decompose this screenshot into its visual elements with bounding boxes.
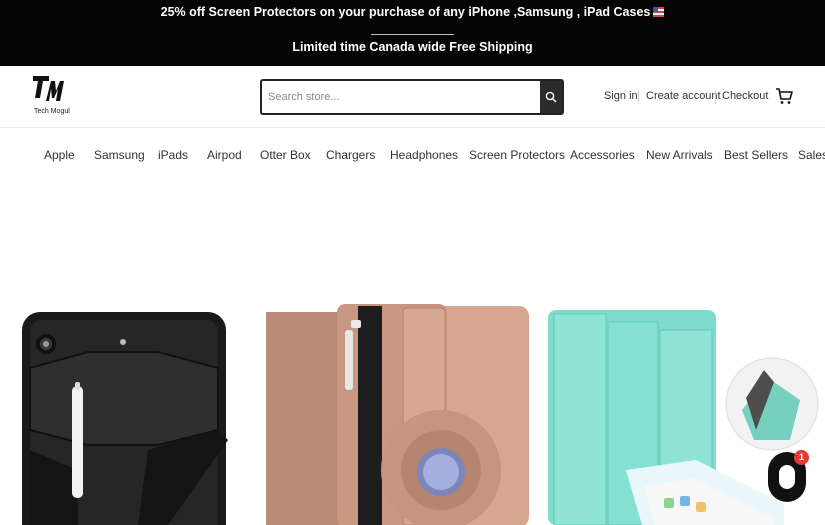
sign-in-link[interactable]: Sign in bbox=[604, 90, 638, 102]
rose-gold-rotating-ipad-case-image[interactable] bbox=[263, 290, 529, 525]
flag-icon bbox=[653, 7, 665, 17]
nav-item-apple[interactable]: Apple bbox=[44, 148, 75, 162]
black-rugged-ipad-case-image[interactable] bbox=[18, 290, 230, 525]
header-separator bbox=[638, 90, 639, 104]
product-images bbox=[0, 290, 825, 525]
brand-logo-text: Tech Mogul bbox=[34, 108, 70, 115]
announcement-line-1[interactable]: 25% off Screen Protectors on your purcha… bbox=[0, 5, 825, 19]
nav-item-accessories[interactable]: Accessories bbox=[570, 148, 635, 162]
nav-item-ipads[interactable]: iPads bbox=[158, 148, 188, 162]
search-input[interactable] bbox=[268, 81, 538, 113]
announcement-bar: 25% off Screen Protectors on your purcha… bbox=[0, 0, 825, 66]
nav-item-chargers[interactable]: Chargers bbox=[326, 148, 375, 162]
nav-item-samsung[interactable]: Samsung bbox=[94, 148, 145, 162]
nav-item-new-arrivals[interactable]: New Arrivals bbox=[646, 148, 713, 162]
checkout-link[interactable]: Checkout bbox=[722, 90, 768, 102]
page: 25% off Screen Protectors on your purcha… bbox=[0, 0, 825, 525]
search-icon bbox=[545, 91, 557, 103]
nav-item-otter-box[interactable]: Otter Box bbox=[260, 148, 311, 162]
brand-logo[interactable]: Tech Mogul bbox=[32, 74, 70, 120]
nav-item-airpod[interactable]: Airpod bbox=[207, 148, 242, 162]
nav-item-sales[interactable]: Sales bbox=[798, 148, 825, 162]
create-account-link[interactable]: Create account bbox=[646, 90, 721, 102]
nav-item-screen-protectors[interactable]: Screen Protectors bbox=[469, 148, 565, 162]
search-bar bbox=[260, 79, 564, 115]
announcement-line-2[interactable]: Limited time Canada wide Free Shipping bbox=[0, 40, 825, 54]
nav-item-headphones[interactable]: Headphones bbox=[390, 148, 458, 162]
search-button[interactable] bbox=[540, 81, 562, 113]
header-separator bbox=[715, 90, 716, 104]
notification-badge: 1 bbox=[794, 450, 809, 465]
main-navigation: Apple Samsung iPads Airpod Otter Box Cha… bbox=[0, 138, 825, 172]
chat-icon bbox=[776, 462, 798, 492]
site-header: Tech Mogul Sign in Create account Checko… bbox=[0, 66, 825, 128]
tm-logo-icon bbox=[33, 76, 64, 101]
announcement-promo-text: 25% off Screen Protectors on your purcha… bbox=[160, 5, 651, 19]
cart-icon[interactable] bbox=[775, 87, 793, 105]
nav-item-best-sellers[interactable]: Best Sellers bbox=[724, 148, 788, 162]
announcement-divider bbox=[371, 34, 454, 35]
